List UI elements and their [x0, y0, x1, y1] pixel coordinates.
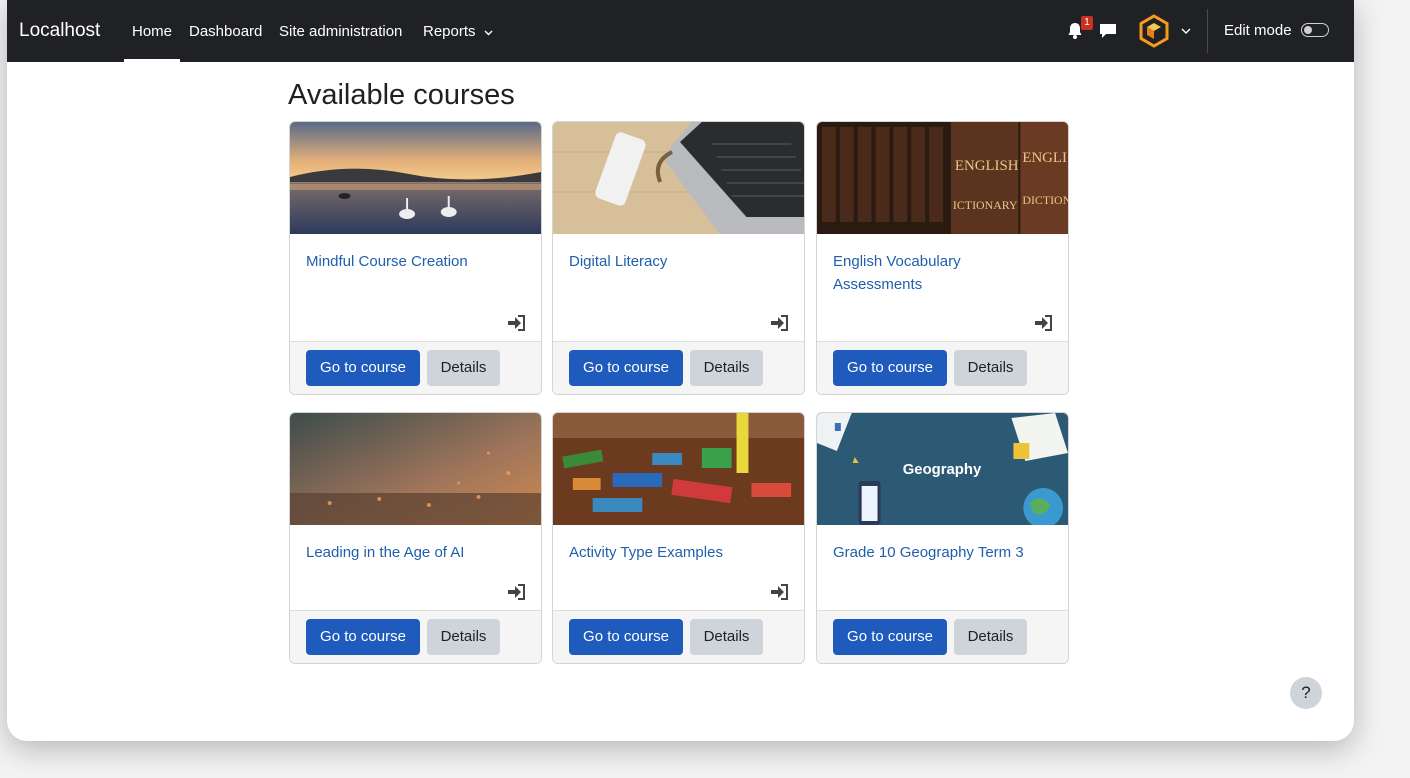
notification-badge: 1 [1081, 16, 1093, 30]
book-spine-text: DICTIONA [1022, 193, 1068, 207]
sign-in-icon [508, 584, 525, 600]
course-card: Digital Literacy Go to course Details [552, 121, 805, 395]
course-image-bokeh-field[interactable] [290, 413, 541, 525]
chevron-down-icon [484, 30, 493, 36]
card-footer: Go to course Details [817, 341, 1068, 394]
details-button[interactable]: Details [690, 350, 763, 386]
course-image-wooden-blocks[interactable] [553, 413, 804, 525]
go-to-course-button[interactable]: Go to course [306, 350, 420, 386]
go-to-course-button[interactable]: Go to course [833, 619, 947, 655]
card-footer: Go to course Details [817, 610, 1068, 663]
sign-in-icon [508, 315, 525, 331]
details-button[interactable]: Details [954, 619, 1027, 655]
details-button[interactable]: Details [427, 619, 500, 655]
go-to-course-button[interactable]: Go to course [569, 619, 683, 655]
chevron-down-icon[interactable] [1181, 28, 1191, 35]
sign-in-icon [1035, 315, 1052, 331]
card-footer: Go to course Details [553, 341, 804, 394]
book-spine-text: ICTIONARY [953, 198, 1018, 212]
book-spine-text: ENGLIS [1022, 150, 1068, 166]
course-title-link[interactable]: Mindful Course Creation [306, 250, 526, 273]
course-image-laptop-phone[interactable] [553, 122, 804, 234]
course-title-link[interactable]: English Vocabulary Assessments [833, 250, 1053, 296]
edit-mode-label: Edit mode [1224, 22, 1292, 39]
help-button[interactable]: ? [1290, 677, 1322, 709]
nav-reports-label: Reports [423, 23, 476, 40]
navbar-divider [1207, 9, 1208, 53]
sign-in-icon [771, 315, 788, 331]
course-image-lake-swans[interactable] [290, 122, 541, 234]
card-footer: Go to course Details [290, 341, 541, 394]
page-title: Available courses [288, 79, 515, 111]
nav-dashboard[interactable]: Dashboard [189, 23, 262, 40]
details-button[interactable]: Details [954, 350, 1027, 386]
details-button[interactable]: Details [427, 350, 500, 386]
course-card: Activity Type Examples Go to course Deta… [552, 412, 805, 664]
card-footer: Go to course Details [290, 610, 541, 663]
course-card: Leading in the Age of AI Go to course De… [289, 412, 542, 664]
avatar[interactable] [1139, 14, 1169, 48]
browser-window: Localhost Home Dashboard Site administra… [7, 0, 1354, 741]
go-to-course-button[interactable]: Go to course [833, 350, 947, 386]
sign-in-icon [771, 584, 788, 600]
course-title-link[interactable]: Grade 10 Geography Term 3 [833, 541, 1053, 564]
nav-reports[interactable]: Reports [423, 23, 493, 40]
top-navbar: Localhost Home Dashboard Site administra… [7, 0, 1354, 62]
go-to-course-button[interactable]: Go to course [306, 619, 420, 655]
course-card: Geography Grade 10 Geography Term 3 Go t… [816, 412, 1069, 664]
course-card: ENGLISH ICTIONARY ENGLIS DICTIONA Englis… [816, 121, 1069, 395]
course-card: Mindful Course Creation Go to course Det… [289, 121, 542, 395]
course-title-link[interactable]: Activity Type Examples [569, 541, 789, 564]
geography-image-label: Geography [903, 461, 982, 478]
nav-home[interactable]: Home [132, 23, 172, 40]
course-image-geography[interactable]: Geography [817, 413, 1068, 525]
edit-mode-toggle[interactable] [1301, 23, 1329, 37]
nav-active-indicator [124, 59, 180, 62]
nav-site-administration[interactable]: Site administration [279, 23, 402, 40]
card-footer: Go to course Details [553, 610, 804, 663]
toggle-knob [1304, 26, 1312, 34]
course-image-dictionaries[interactable]: ENGLISH ICTIONARY ENGLIS DICTIONA [817, 122, 1068, 234]
go-to-course-button[interactable]: Go to course [569, 350, 683, 386]
details-button[interactable]: Details [690, 619, 763, 655]
message-icon[interactable] [1097, 20, 1119, 42]
book-spine-text: ENGLISH [955, 158, 1019, 174]
course-title-link[interactable]: Leading in the Age of AI [306, 541, 526, 564]
site-brand[interactable]: Localhost [19, 20, 100, 42]
course-title-link[interactable]: Digital Literacy [569, 250, 789, 273]
